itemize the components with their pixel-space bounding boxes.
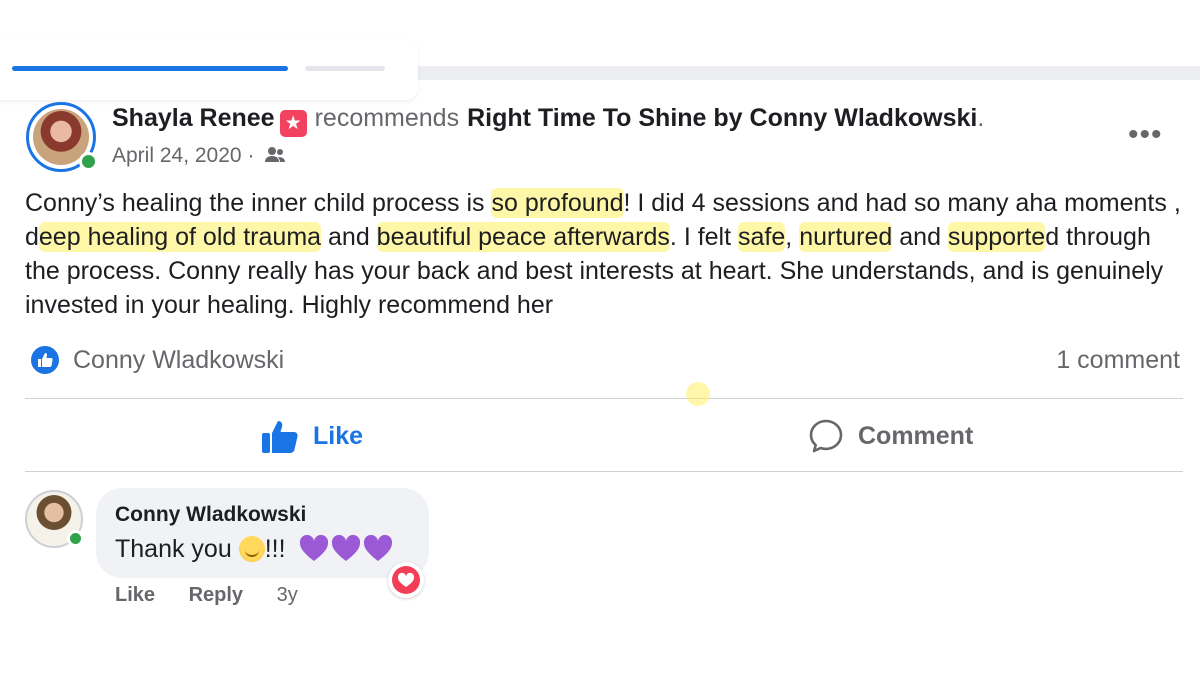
like-icon[interactable] [29, 344, 61, 376]
divider [25, 471, 1183, 472]
comment-reply-link[interactable]: Reply [189, 584, 243, 606]
comment-button-label: Comment [858, 421, 974, 450]
comment-bubble: Conny Wladkowski Thank you !!! [96, 488, 429, 578]
page-name-suffix: . [977, 104, 985, 132]
smiling-face-icon [238, 536, 265, 562]
highlighted-phrase: supporte [947, 222, 1046, 252]
tab-indicator-active[interactable] [12, 66, 288, 71]
like-button-label: Like [313, 421, 364, 450]
heart-reaction-icon[interactable] [388, 562, 424, 598]
online-status-dot [79, 152, 98, 171]
highlighted-phrase: beautiful peace afterwards [376, 222, 670, 252]
reaction-names[interactable]: Conny Wladkowski [73, 346, 284, 375]
page-name[interactable]: Right Time To Shine by Conny Wladkowski [467, 104, 977, 132]
comment-author[interactable]: Conny Wladkowski [115, 503, 306, 527]
comment-button[interactable]: Comment [808, 412, 973, 460]
post-text-segment: and [892, 223, 948, 251]
highlighted-phrase: safe [738, 222, 786, 252]
thumbs-up-icon [262, 421, 298, 453]
post-date[interactable]: April 24, 2020 [112, 144, 242, 167]
highlighted-phrase: so profound [491, 188, 624, 218]
highlighted-phrase: nurtured [799, 222, 893, 252]
tab-indicator[interactable] [305, 66, 385, 71]
post-text: Conny’s healing the inner child process … [25, 186, 1190, 322]
post-meta: April 24, 2020 · [112, 144, 286, 170]
comment-timestamp[interactable]: 3y [277, 584, 298, 606]
comment-exclaim: !!! [264, 535, 286, 563]
comment-icon [809, 419, 843, 453]
recommends-label: recommends [314, 104, 460, 132]
comment-text: Thank you !!! [115, 533, 393, 564]
post-text-segment: , [785, 223, 800, 251]
post-text-segment: Conny’s healing the inner child process … [25, 189, 492, 217]
comment-count[interactable]: 1 comment [1056, 346, 1180, 375]
comment-actions: Like Reply 3y [115, 584, 326, 607]
comment-text-body: Thank you [115, 535, 232, 563]
purple-hearts-icon [299, 534, 392, 561]
more-options-button[interactable]: ••• [1128, 118, 1163, 152]
author-name[interactable]: Shayla Renee [112, 104, 275, 132]
recommendation-star-icon: ★ [279, 110, 307, 137]
date-separator: · [247, 144, 255, 167]
post-text-segment: and [321, 223, 377, 251]
friends-icon[interactable] [264, 146, 286, 170]
online-status-dot [67, 530, 84, 547]
post-header: Shayla Renee ★ recommends Right Time To Shi… [112, 104, 992, 137]
highlighted-phrase: eep healing of old trauma [38, 222, 322, 252]
cursor-highlight [686, 382, 710, 406]
divider [25, 398, 1183, 399]
post-text-segment: . I felt [669, 223, 739, 251]
comment-like-link[interactable]: Like [115, 584, 155, 606]
like-button[interactable]: Like [261, 412, 363, 460]
